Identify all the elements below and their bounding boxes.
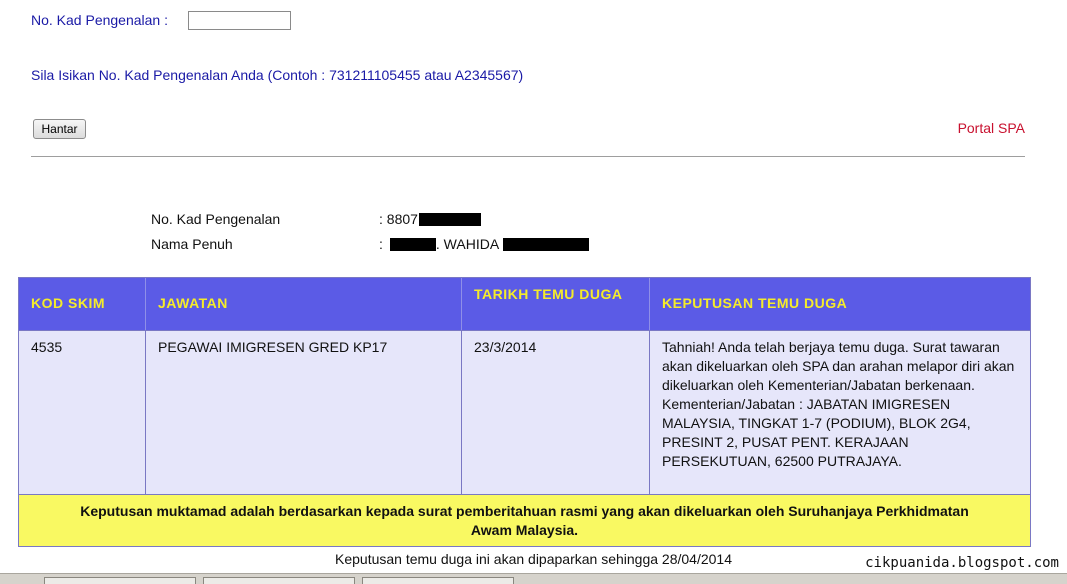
cell-kod-skim: 4535 [19,330,146,494]
header-kod-skim-text: KOD SKIM [31,295,105,311]
divider [31,156,1025,157]
redaction-bar [418,213,481,226]
ic-number-label: No. Kad Pengenalan : [31,12,168,28]
applicant-name-colon: : [379,236,383,252]
taskbar [0,573,1067,584]
header-jawatan: JAWATAN [146,278,462,330]
header-keputusan-text: KEPUTUSAN TEMU DUGA [662,295,848,311]
applicant-name-text: . WAHIDA [435,236,500,252]
header-jawatan-text: JAWATAN [158,295,228,311]
cell-keputusan: Tahniah! Anda telah berjaya temu duga. S… [650,330,1030,494]
blog-watermark: cikpuanida.blogspot.com [865,555,1059,571]
header-tarikh-temu-duga: TARIKH TEMU DUGA [462,278,650,330]
redaction-bar [503,238,590,251]
cell-jawatan: PEGAWAI IMIGRESEN GRED KP17 [146,330,462,494]
header-tarikh-text: TARIKH TEMU DUGA [474,286,623,302]
header-kod-skim: KOD SKIM [19,278,146,330]
applicant-name-label: Nama Penuh [151,236,233,252]
submit-button[interactable]: Hantar [33,119,86,139]
ic-number-input[interactable] [188,11,291,30]
ic-hint-text: Sila Isikan No. Kad Pengenalan Anda (Con… [31,67,524,83]
applicant-ic-text: : 8807 [379,211,418,227]
cell-tarikh: 23/3/2014 [462,330,650,494]
final-decision-notice: Keputusan muktamad adalah berdasarkan ke… [19,494,1030,546]
applicant-ic-label: No. Kad Pengenalan [151,211,281,227]
portal-spa-link[interactable]: Portal SPA [958,120,1025,136]
applicant-ic-value: : 8807 [379,211,481,227]
redaction-bar [389,238,436,251]
results-table: KOD SKIM JAWATAN TARIKH TEMU DUGA KEPUTU… [18,277,1031,547]
applicant-name-value: : . WAHIDA [379,236,590,252]
header-keputusan: KEPUTUSAN TEMU DUGA [650,278,1030,330]
